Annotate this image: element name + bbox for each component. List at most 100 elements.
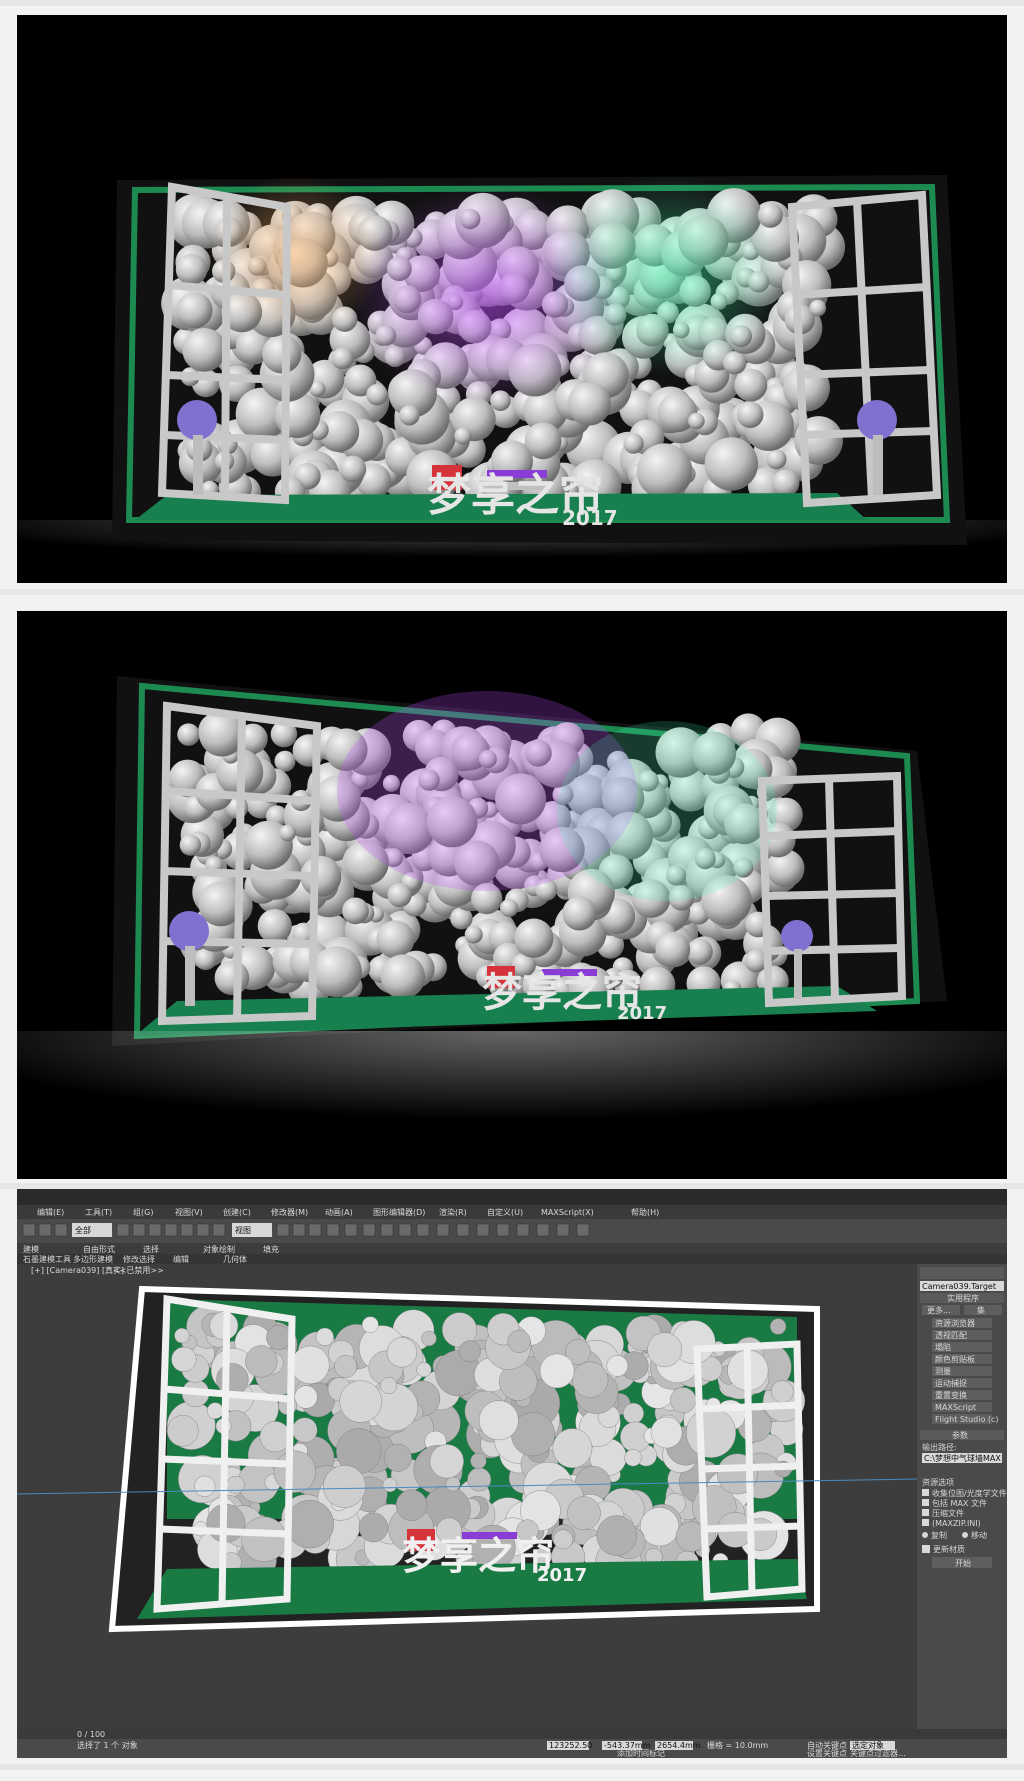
logo-year-text: 2017 xyxy=(562,506,618,530)
toolbar-icon[interactable] xyxy=(398,1223,412,1237)
resource-radio[interactable] xyxy=(962,1532,968,1538)
toolbar-icon[interactable] xyxy=(212,1223,226,1237)
viewport-balloon xyxy=(174,1328,190,1344)
menu-item[interactable]: 渲染(R) xyxy=(439,1207,467,1217)
viewport-balloon xyxy=(670,1387,697,1414)
viewport-balloon xyxy=(639,1507,680,1547)
viewport-balloon xyxy=(553,1529,573,1550)
toolbar-icon[interactable] xyxy=(380,1223,394,1237)
viewport-balloon xyxy=(361,1316,379,1334)
more-button-label: 更多... xyxy=(927,1305,951,1315)
menu-item[interactable]: 创建(C) xyxy=(223,1207,251,1217)
balloon xyxy=(279,824,296,842)
ribbon-tab[interactable]: 自由形式 xyxy=(83,1244,115,1254)
viewport-balloon xyxy=(273,1450,316,1493)
utility-button-label: 资源浏览器 xyxy=(935,1318,975,1328)
resource-checkbox[interactable] xyxy=(922,1519,929,1526)
viewport-balloon xyxy=(285,1500,334,1549)
resource-radio[interactable] xyxy=(922,1532,928,1538)
viewport-balloon xyxy=(395,1489,428,1521)
toolbar-icon[interactable] xyxy=(496,1223,510,1237)
balloon xyxy=(562,896,597,931)
utility-button-label: 运动捕捉 xyxy=(935,1378,967,1388)
render-angled-view: 梦享之帘 2017 xyxy=(17,611,1007,1179)
output-path-label: 输出路径: xyxy=(922,1442,957,1452)
viewport-balloon xyxy=(416,1362,432,1378)
viewport-balloon xyxy=(383,1443,412,1472)
ribbon-subtab[interactable]: 多边形建模 xyxy=(73,1254,113,1264)
utility-button-label: MAXScript xyxy=(935,1403,976,1412)
balloon xyxy=(380,954,426,999)
toolbar-icon[interactable] xyxy=(38,1223,52,1237)
resource-checkbox-label: (MAXZIP.INI) xyxy=(932,1519,981,1528)
ribbon-tab[interactable]: 填充 xyxy=(263,1244,279,1254)
menu-item[interactable]: 自定义(U) xyxy=(487,1207,523,1217)
toolbar-icon[interactable] xyxy=(54,1223,68,1237)
resource-checkbox[interactable] xyxy=(922,1509,929,1516)
toolbar-icon[interactable] xyxy=(556,1223,570,1237)
toolbar-icon[interactable] xyxy=(344,1223,358,1237)
toolbar-icon[interactable] xyxy=(148,1223,162,1237)
resource-checkbox[interactable] xyxy=(922,1499,929,1506)
viewport-balloon xyxy=(245,1345,278,1378)
toolbar-icon[interactable] xyxy=(132,1223,146,1237)
viewport-balloon xyxy=(266,1324,292,1350)
ribbon-tab[interactable]: 建模 xyxy=(23,1244,39,1254)
toolbar-icon[interactable] xyxy=(436,1223,450,1237)
ribbon-tab[interactable]: 选择 xyxy=(143,1244,159,1254)
key-filters-label[interactable]: 关键点过滤器... xyxy=(850,1748,906,1758)
update-material-checkbox[interactable] xyxy=(922,1545,930,1553)
toolbar-icon[interactable] xyxy=(22,1223,36,1237)
toolbar-icon[interactable] xyxy=(308,1223,322,1237)
ribbon-subtab[interactable]: 修改选择 xyxy=(123,1254,155,1264)
command-panel-tabs[interactable] xyxy=(920,1267,1004,1279)
toolbar-icon[interactable] xyxy=(164,1223,178,1237)
menu-item[interactable]: 图形编辑器(D) xyxy=(373,1207,425,1217)
ribbon-tab[interactable]: 对象绘制 xyxy=(203,1244,235,1254)
viewport-balloon xyxy=(226,1475,245,1494)
time-slider[interactable] xyxy=(17,1729,1007,1739)
viewport-balloon xyxy=(769,1318,787,1335)
toolbar-icon[interactable] xyxy=(326,1223,340,1237)
resource-checkbox[interactable] xyxy=(922,1489,929,1496)
logo-year-text-angled: 2017 xyxy=(617,1003,667,1024)
menu-item[interactable]: 帮助(H) xyxy=(631,1207,659,1217)
toolbar-icon[interactable] xyxy=(516,1223,530,1237)
balloon xyxy=(177,723,200,746)
menu-item[interactable]: 编辑(E) xyxy=(37,1207,64,1217)
viewport-logo-text: 梦享之帘 xyxy=(402,1534,554,1578)
toolbar-icon[interactable] xyxy=(196,1223,210,1237)
viewport-balloon xyxy=(478,1400,519,1441)
menu-item[interactable]: 视图(V) xyxy=(175,1207,203,1217)
render-front-view: 梦享之帘 2017 xyxy=(17,15,1007,583)
utility-button-label: 塌陷 xyxy=(935,1342,951,1352)
viewport-balloon xyxy=(445,1476,461,1492)
toolbar-icon[interactable] xyxy=(536,1223,550,1237)
toolbar-icon[interactable] xyxy=(292,1223,306,1237)
set-key-label[interactable]: 设置关键点 xyxy=(807,1748,847,1758)
toolbar-icon[interactable] xyxy=(576,1223,590,1237)
menu-item[interactable]: MAXScript(X) xyxy=(541,1208,594,1217)
balloon xyxy=(766,449,787,470)
menu-item[interactable]: 组(G) xyxy=(133,1207,153,1217)
toolbar-icon[interactable] xyxy=(276,1223,290,1237)
toolbar-icon[interactable] xyxy=(362,1223,376,1237)
toolbar-icon[interactable] xyxy=(476,1223,490,1237)
ribbon-subtab[interactable]: 几何体 xyxy=(223,1254,247,1264)
menu-item[interactable]: 工具(T) xyxy=(85,1208,112,1217)
toolbar-icon[interactable] xyxy=(416,1223,430,1237)
menu-item[interactable]: 动画(A) xyxy=(325,1207,353,1217)
viewport-balloon xyxy=(206,1402,224,1419)
balloon xyxy=(736,401,764,429)
viewport-balloon xyxy=(771,1380,794,1403)
ribbon-subtab[interactable]: 编辑 xyxy=(173,1254,189,1264)
balloon xyxy=(464,925,483,944)
viewport-balloon xyxy=(194,1475,216,1497)
viewport-balloon xyxy=(259,1421,291,1453)
toolbar-icon[interactable] xyxy=(180,1223,194,1237)
toolbar-icon[interactable] xyxy=(456,1223,470,1237)
ribbon-subtab[interactable]: 石墨建模工具 xyxy=(23,1254,71,1264)
menu-item[interactable]: 修改器(M) xyxy=(271,1207,308,1217)
add-time-tag-label[interactable]: 添加时间标记 xyxy=(617,1748,665,1758)
toolbar-icon[interactable] xyxy=(116,1223,130,1237)
